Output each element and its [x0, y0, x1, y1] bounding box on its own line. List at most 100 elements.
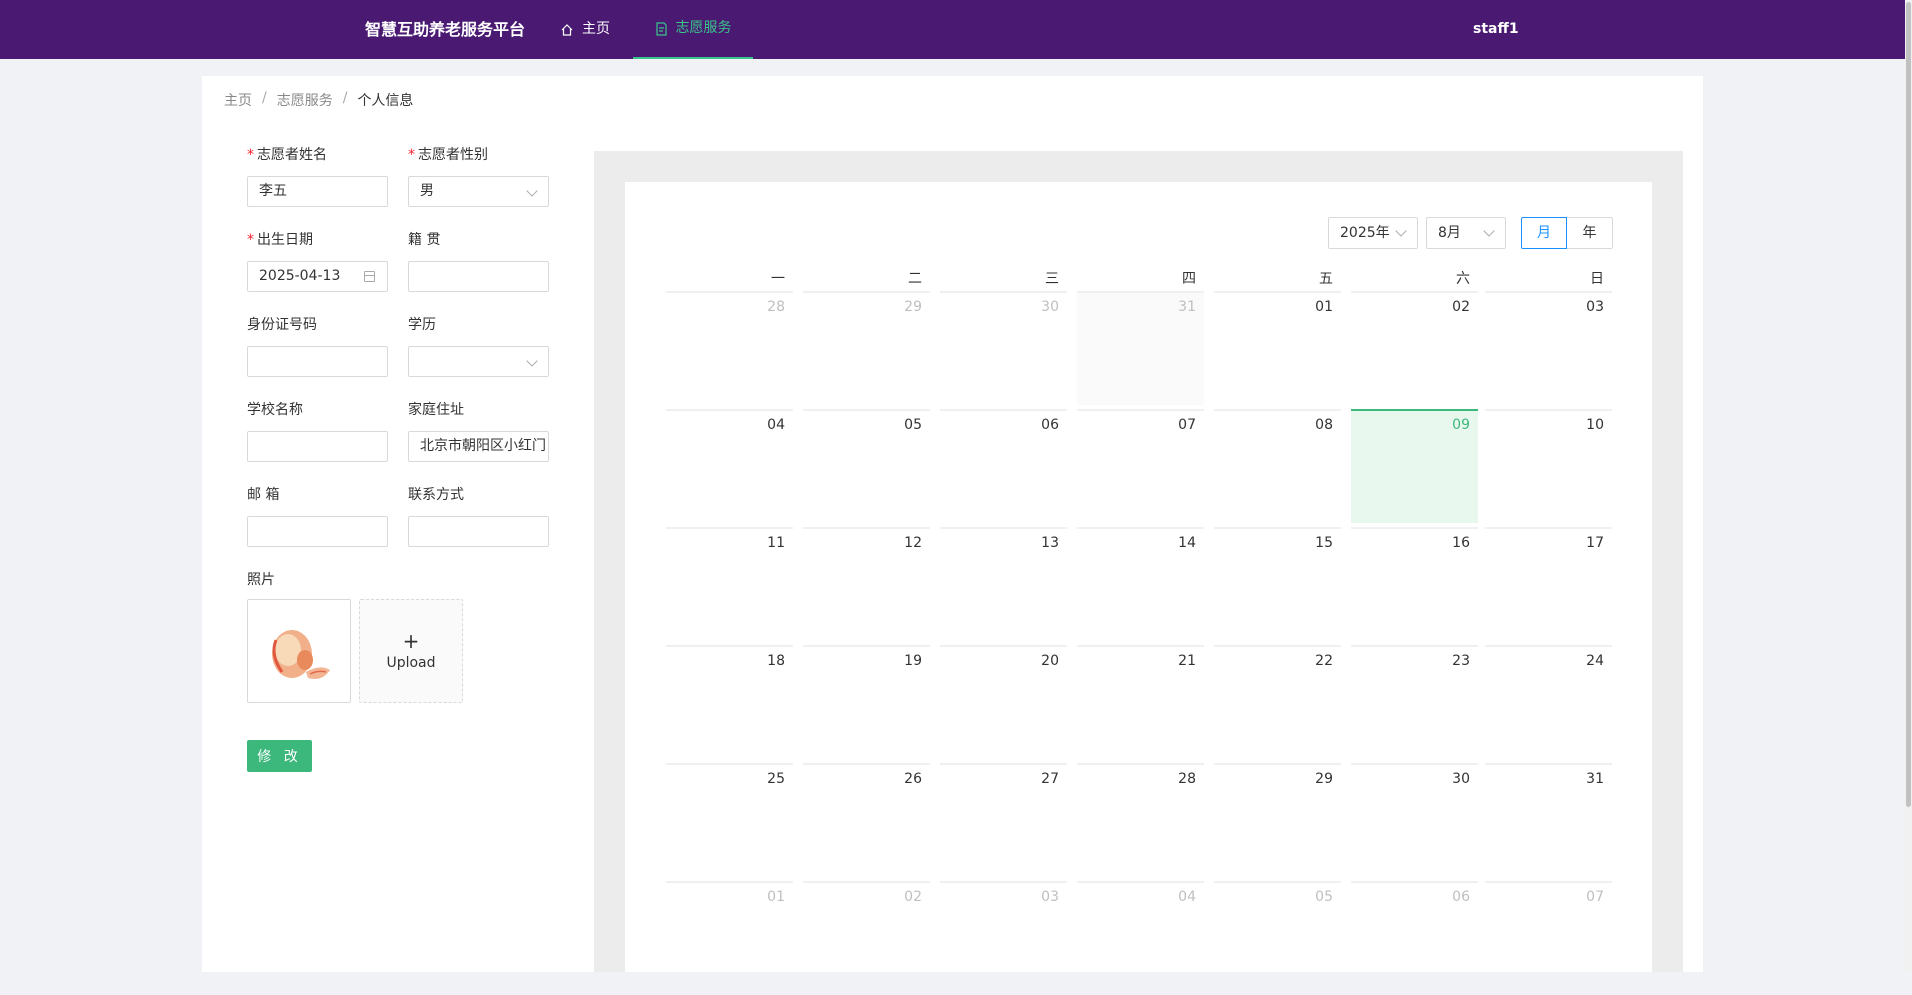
date-cell[interactable]: 16	[1351, 527, 1478, 641]
date-cell[interactable]: 21	[1077, 645, 1204, 759]
brand-title: 智慧互助养老服务平台	[365, 20, 526, 39]
user-menu[interactable]: staff1	[1473, 0, 1519, 59]
date-cell[interactable]: 10	[1485, 409, 1612, 523]
mode-month-button[interactable]: 月	[1521, 217, 1567, 249]
education-label: 学历	[408, 317, 436, 333]
date-cell[interactable]: 28	[666, 291, 793, 405]
nav-home[interactable]: 主页	[560, 0, 610, 59]
date-cell[interactable]: 30	[1351, 763, 1478, 877]
required-mark: *	[408, 147, 415, 163]
nav-volunteer-label: 志愿服务	[675, 20, 732, 36]
date-cell[interactable]: 04	[1077, 881, 1204, 995]
top-navbar: 智慧互助养老服务平台 主页 志愿服务 staff1	[0, 0, 1905, 59]
required-mark: *	[247, 232, 254, 248]
upload-label: Upload	[386, 655, 436, 671]
date-cell[interactable]: 30	[940, 291, 1067, 405]
date-cell[interactable]: 24	[1485, 645, 1612, 759]
address-input[interactable]: 北京市朝阳区小红门	[408, 431, 549, 462]
weekday-label: 二	[908, 271, 922, 287]
date-grid: 28 29 30 31 01 02 03 04 05 06 07 08 09 1…	[666, 291, 1612, 971]
gender-select[interactable]: 男	[408, 176, 549, 207]
date-cell[interactable]: 23	[1351, 645, 1478, 759]
date-cell[interactable]: 07	[1077, 409, 1204, 523]
origin-label: 籍 贯	[408, 232, 441, 248]
breadcrumb-current: 个人信息	[357, 93, 414, 109]
breadcrumb-home[interactable]: 主页	[224, 90, 252, 110]
mode-year-button[interactable]: 年	[1567, 217, 1613, 249]
school-label: 学校名称	[247, 402, 303, 418]
weekday-label: 五	[1319, 271, 1333, 287]
date-cell[interactable]: 01	[666, 881, 793, 995]
month-select[interactable]: 8月	[1426, 217, 1506, 249]
upload-button[interactable]: + Upload	[359, 599, 463, 703]
date-cell[interactable]: 26	[803, 763, 930, 877]
date-cell[interactable]: 31	[1077, 291, 1204, 405]
id-label: 身份证号码	[247, 317, 317, 333]
date-cell[interactable]: 13	[940, 527, 1067, 641]
date-cell[interactable]: 15	[1214, 527, 1341, 641]
name-input[interactable]: 李五	[247, 176, 388, 207]
photo-thumbnail[interactable]	[247, 599, 351, 703]
date-cell-today[interactable]: 09	[1351, 409, 1478, 523]
origin-field: 籍 贯	[408, 230, 549, 292]
calendar: 2025年 8月 月 年 一 二 三 四 五 六 日 28 29 30 31 0…	[625, 182, 1652, 972]
email-input[interactable]	[247, 516, 388, 547]
date-cell[interactable]: 20	[940, 645, 1067, 759]
date-cell[interactable]: 14	[1077, 527, 1204, 641]
weekday-label: 日	[1590, 271, 1604, 287]
weekday-header: 一 二 三 四 五 六 日	[666, 269, 1612, 293]
date-cell[interactable]: 22	[1214, 645, 1341, 759]
date-cell[interactable]: 07	[1485, 881, 1612, 995]
date-cell[interactable]: 19	[803, 645, 930, 759]
birth-datepicker[interactable]: 2025-04-13	[247, 261, 388, 292]
id-input[interactable]	[247, 346, 388, 377]
education-select[interactable]	[408, 346, 549, 377]
date-cell[interactable]: 04	[666, 409, 793, 523]
date-cell[interactable]: 27	[940, 763, 1067, 877]
date-cell[interactable]: 03	[1485, 291, 1612, 405]
breadcrumb-volunteer[interactable]: 志愿服务	[277, 90, 333, 110]
nav-volunteer-service[interactable]: 志愿服务	[633, 0, 753, 59]
contact-label: 联系方式	[408, 487, 464, 503]
school-input[interactable]	[247, 431, 388, 462]
page-scrollbar[interactable]	[1905, 0, 1912, 972]
weekday-label: 一	[771, 271, 785, 287]
date-cell[interactable]: 28	[1077, 763, 1204, 877]
date-cell[interactable]: 01	[1214, 291, 1341, 405]
school-field: 学校名称	[247, 400, 388, 462]
date-cell[interactable]: 31	[1485, 763, 1612, 877]
scrollbar-thumb[interactable]	[1906, 2, 1911, 807]
date-cell[interactable]: 03	[940, 881, 1067, 995]
date-cell[interactable]: 02	[803, 881, 930, 995]
year-select[interactable]: 2025年	[1328, 217, 1418, 249]
date-cell[interactable]: 05	[1214, 881, 1341, 995]
origin-input[interactable]	[408, 261, 549, 292]
date-cell[interactable]: 29	[803, 291, 930, 405]
plus-icon: +	[402, 629, 420, 653]
date-cell[interactable]: 02	[1351, 291, 1478, 405]
name-field: * 志愿者姓名 李五	[247, 145, 388, 207]
date-cell[interactable]: 05	[803, 409, 930, 523]
calendar-icon	[364, 271, 375, 282]
date-cell[interactable]: 11	[666, 527, 793, 641]
edit-submit-button[interactable]: 修 改	[247, 740, 312, 772]
address-field: 家庭住址 北京市朝阳区小红门	[408, 400, 549, 462]
chevron-down-icon	[526, 355, 538, 367]
date-cell[interactable]: 18	[666, 645, 793, 759]
id-field: 身份证号码	[247, 315, 388, 377]
weekday-label: 三	[1045, 271, 1059, 287]
date-cell[interactable]: 25	[666, 763, 793, 877]
email-field: 邮 箱	[247, 485, 388, 547]
calendar-mode-switch: 月 年	[1521, 217, 1613, 249]
contact-input[interactable]	[408, 516, 549, 547]
form-icon	[655, 21, 667, 36]
birth-label: * 出生日期	[247, 232, 313, 248]
date-cell[interactable]: 06	[940, 409, 1067, 523]
gender-label: * 志愿者性别	[408, 147, 488, 163]
date-cell[interactable]: 08	[1214, 409, 1341, 523]
date-cell[interactable]: 12	[803, 527, 930, 641]
date-cell[interactable]: 29	[1214, 763, 1341, 877]
chevron-down-icon	[1395, 225, 1407, 237]
date-cell[interactable]: 17	[1485, 527, 1612, 641]
date-cell[interactable]: 06	[1351, 881, 1478, 995]
